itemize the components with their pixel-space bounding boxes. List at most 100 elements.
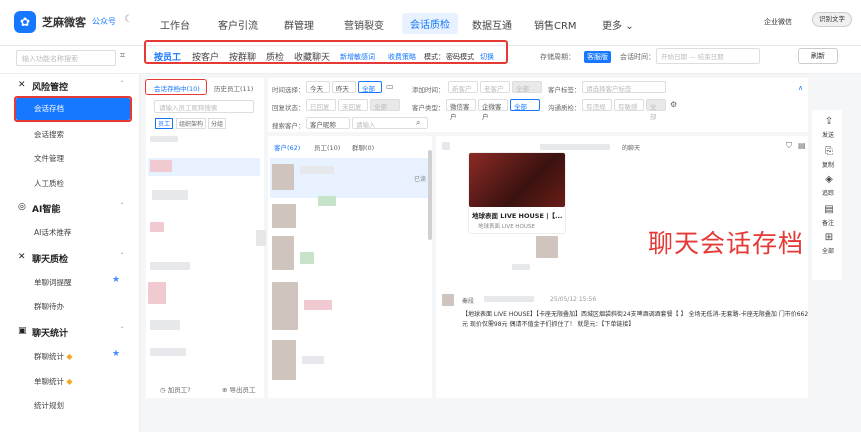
read-status: 已读 <box>414 176 427 183</box>
star-icon[interactable]: ★ <box>112 349 120 359</box>
send-icon[interactable]: ⇪ <box>823 116 835 127</box>
date-range-input[interactable]: 开始日期 — 结束日期 <box>656 48 760 64</box>
blurred-row <box>150 136 178 142</box>
add-sensitive-word-link[interactable]: 新增敏感词 <box>340 52 375 62</box>
tab-history-employees[interactable]: 历史员工(11) <box>214 83 253 93</box>
filter-employee[interactable]: 员工 <box>155 118 174 129</box>
type-all[interactable]: 全部 <box>510 99 540 111</box>
blurred-row <box>272 204 296 228</box>
fee-strategy-link[interactable]: 收费策略 <box>388 52 416 62</box>
calendar-icon[interactable]: ▭ <box>386 82 394 91</box>
nav-fission[interactable]: 营销裂变 <box>344 17 384 32</box>
diamond-icon: ◆ <box>66 377 73 386</box>
customer-tag-select[interactable]: 请选择客户标签 <box>582 81 666 93</box>
tab-by-customer[interactable]: 按客户 <box>192 50 219 63</box>
search-type-select[interactable]: 客户昵称 <box>306 117 350 129</box>
tab-employees[interactable]: 员工(10) <box>314 142 340 152</box>
star-icon[interactable]: ★ <box>112 275 120 285</box>
export-icon[interactable]: ▤ <box>798 141 806 150</box>
status-all[interactable]: 全部 <box>370 99 400 111</box>
sidebar-item-archive[interactable]: 会话存档 <box>16 98 130 120</box>
layout-icon[interactable]: ⌗ <box>120 51 125 61</box>
chat-check-icon: ✕ <box>18 252 26 262</box>
tab-groups[interactable]: 群聊(0) <box>352 142 374 152</box>
group-chat-check[interactable]: 聊天质检 <box>32 252 68 265</box>
filter-group[interactable]: 分组 <box>208 118 227 129</box>
note-icon[interactable]: ▤ <box>823 204 835 215</box>
settings-icon[interactable]: ⚙ <box>670 100 677 109</box>
nav-workbench[interactable]: 工作台 <box>160 17 190 32</box>
blurred-row <box>150 222 164 232</box>
export-employee-link[interactable]: ⊕ 导出员工 <box>222 384 256 394</box>
tab-quality[interactable]: 质检 <box>266 50 284 63</box>
sidebar-item-session-search[interactable]: 会话搜索 <box>34 129 64 140</box>
tool-copy-label: 复制 <box>821 162 834 169</box>
list-scrollbar[interactable] <box>428 150 432 240</box>
time-today[interactable]: 今天 <box>306 81 330 93</box>
tab-by-employee[interactable]: 按员工 <box>154 50 181 63</box>
copy-icon[interactable]: ⎘ <box>823 146 835 157</box>
tag-icon[interactable]: ⛉ <box>786 141 792 151</box>
sidebar-item-group-todo[interactable]: 群聊待办 <box>34 301 64 312</box>
collapse-icon[interactable]: ∧ <box>798 84 803 92</box>
filter-org[interactable]: 组织架构 <box>176 118 207 129</box>
nav-group[interactable]: 群管理 <box>284 17 314 32</box>
chat-header-suffix: 的聊天 <box>622 145 641 152</box>
group-ai[interactable]: AI智能 <box>32 202 60 215</box>
moon-icon[interactable]: ☾ <box>124 14 133 25</box>
time-all[interactable]: 全部 <box>358 81 382 93</box>
sidebar-item-group-stats[interactable]: 群聊统计 ◆ <box>34 351 73 362</box>
sidebar-item-single-remind[interactable]: 单聊词提醒 <box>34 277 72 288</box>
refresh-button[interactable]: 刷新 <box>798 48 838 64</box>
grid-icon[interactable]: ⊞ <box>823 232 835 243</box>
search-customer-label: 搜索客户： <box>272 122 305 130</box>
add-all[interactable]: 全部 <box>512 81 542 93</box>
product-image <box>469 153 565 207</box>
panel-collapse-toggle[interactable] <box>256 230 266 246</box>
chevron-up-icon[interactable]: ˆ <box>120 202 124 211</box>
chevron-up-icon[interactable]: ˆ <box>120 80 124 89</box>
track-icon[interactable]: ◈ <box>823 174 835 185</box>
tab-by-group[interactable]: 按群聊 <box>229 50 256 63</box>
add-employee-label: 加员工? <box>167 386 191 394</box>
sidebar-item-ai-script[interactable]: AI话术推荐 <box>34 227 71 238</box>
tab-customers[interactable]: 客户(62) <box>274 142 300 152</box>
sender-name: 秦段 <box>462 298 475 305</box>
check-violation[interactable]: 有违规 <box>582 99 612 111</box>
function-search-input[interactable]: 输入功能名称搜索 <box>16 50 116 66</box>
nav-traffic[interactable]: 客户引流 <box>218 17 258 32</box>
mode-switch-link[interactable]: 切换 <box>480 52 494 62</box>
sidebar-item-file[interactable]: 文件管理 <box>34 153 64 164</box>
search-icon[interactable]: ⌕ <box>416 118 420 128</box>
time-yesterday[interactable]: 昨天 <box>332 81 356 93</box>
add-new[interactable]: 新客户 <box>448 81 478 93</box>
add-employee-link[interactable]: ◷ 加员工? <box>160 384 191 394</box>
sidebar-item-stats-plan[interactable]: 统计规划 <box>34 400 64 411</box>
group-risk[interactable]: 风险管控 <box>32 80 68 93</box>
sidebar-item-manual-check[interactable]: 人工质检 <box>34 178 64 189</box>
add-old[interactable]: 老客户 <box>480 81 510 93</box>
nav-data[interactable]: 数据互通 <box>472 17 512 32</box>
type-wework[interactable]: 企微客户 <box>478 99 508 121</box>
translate-button[interactable]: 识别文字 <box>812 12 852 27</box>
gzh-link[interactable]: 公众号 <box>92 16 116 27</box>
tool-all-label: 全部 <box>821 248 834 255</box>
employee-search-input[interactable]: 请输入员工昵称搜索 <box>154 100 254 113</box>
list-item-selected[interactable] <box>270 158 430 198</box>
status-replied[interactable]: 已回复 <box>306 99 336 111</box>
status-unreplied[interactable]: 未回复 <box>338 99 368 111</box>
chevron-up-icon[interactable]: ˆ <box>120 326 124 335</box>
nav-more[interactable]: 更多 ⌄ <box>602 17 634 32</box>
nav-session-check[interactable]: 会话质检 <box>402 13 458 34</box>
chevron-down-icon: ⌄ <box>625 21 634 32</box>
ai-icon: ◎ <box>18 202 26 212</box>
tab-archived-employees[interactable]: 会话存档中(10) <box>154 83 200 93</box>
chevron-up-icon[interactable]: ˆ <box>120 252 124 261</box>
nav-crm[interactable]: 销售CRM <box>534 17 577 32</box>
type-wechat[interactable]: 微信客户 <box>446 99 476 121</box>
check-sensitive[interactable]: 有敏感 <box>614 99 644 111</box>
check-all[interactable]: 全部 <box>646 99 666 121</box>
sidebar-item-single-stats[interactable]: 单聊统计 ◆ <box>34 376 73 387</box>
group-chat-stats[interactable]: 聊天统计 <box>32 326 68 339</box>
tab-favorites[interactable]: 收藏聊天 <box>294 50 330 63</box>
